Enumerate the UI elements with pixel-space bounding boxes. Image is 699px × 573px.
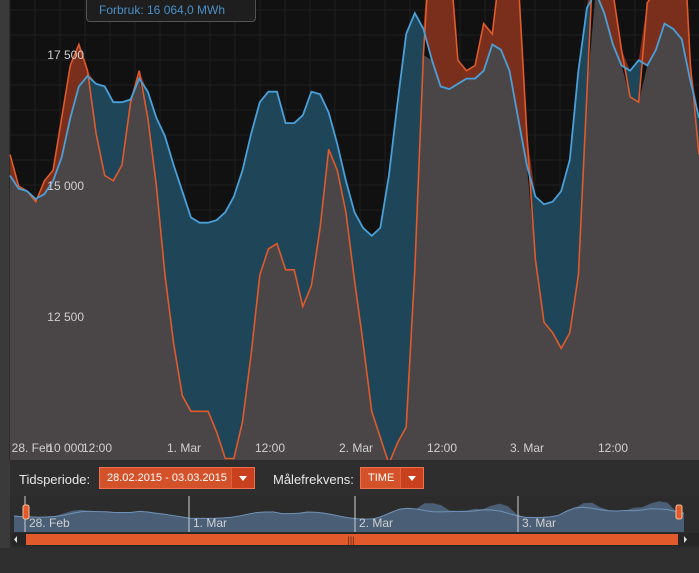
x-tick-label: 12:00 [598,441,628,455]
period-label: Tidsperiode: [19,472,91,487]
consumption-chart[interactable]: 20 00017 50015 00012 50010 0007 500 28. … [0,0,699,460]
period-value: 28.02.2015 - 03.03.2015 [107,472,227,484]
period-dropdown[interactable]: 28.02.2015 - 03.03.2015 [99,467,255,489]
series-areas [10,0,699,460]
controls-bar: Tidsperiode: 28.02.2015 - 03.03.2015 Mål… [10,462,699,496]
y-tick-label: 12 500 [47,310,84,324]
navigator[interactable] [10,496,699,548]
y-tick-label: 10 000 [47,441,84,455]
x-tick-label: 28. Feb [12,441,53,455]
chart-frame: 20 00017 50015 00012 50010 0007 500 28. … [0,0,699,573]
x-tick-label: 2. Mar [339,441,373,455]
x-tick-label: 12:00 [82,441,112,455]
tooltip: Forbruk: 16 064,0 MWh [86,0,256,22]
frequency-label: Målefrekvens: [273,472,354,487]
bottom-strip [0,548,699,573]
chevron-down-icon[interactable] [231,468,254,488]
y-tick-label: 15 000 [47,179,84,193]
tooltip-text: Forbruk: 16 064,0 MWh [99,3,226,17]
frequency-dropdown[interactable]: TIME [360,467,424,489]
x-tick-label: 3. Mar [510,441,544,455]
x-tick-label: 1. Mar [167,441,201,455]
frequency-value: TIME [368,472,395,484]
x-tick-label: 12:00 [427,441,457,455]
x-tick-label: 12:00 [255,441,285,455]
chevron-down-icon[interactable] [400,468,423,488]
y-tick-label: 17 500 [47,48,84,62]
